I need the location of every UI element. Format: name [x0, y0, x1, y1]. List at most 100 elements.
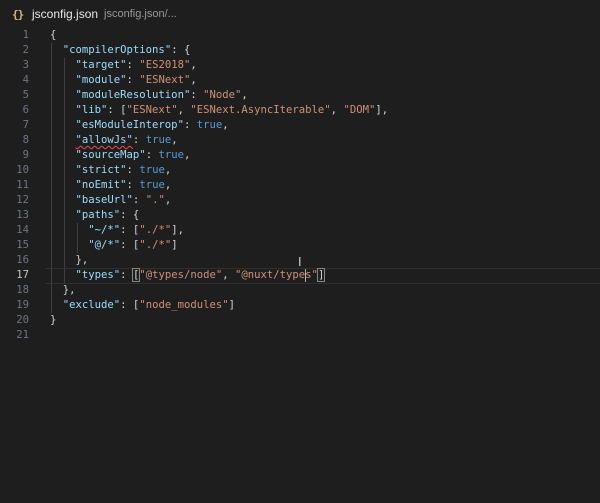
json-boolean: true — [139, 179, 165, 191]
json-punctuation: ] — [171, 239, 178, 251]
json-punctuation: : [ — [107, 104, 127, 116]
line-number: 16 — [16, 254, 29, 266]
json-key: "allowJs" — [75, 134, 133, 146]
line-number: 13 — [16, 209, 29, 221]
code-line[interactable]: 10 "strict": true, — [0, 163, 600, 178]
json-key: "compilerOptions" — [62, 44, 172, 56]
json-boolean: true — [145, 134, 172, 146]
json-punctuation: , — [183, 149, 191, 161]
json-string: "ESNext.AsyncIterable" — [190, 104, 331, 116]
line-number: 2 — [22, 44, 29, 56]
json-key: "noEmit" — [75, 179, 127, 191]
json-punctuation — [50, 119, 76, 131]
json-punctuation: : { — [171, 44, 191, 56]
line-code: "moduleResolution": "Node", — [50, 88, 248, 103]
mouse-ibeam-icon: I — [298, 255, 302, 269]
json-punctuation — [50, 194, 76, 206]
code-line[interactable]: 12 "baseUrl": ".", — [0, 193, 600, 208]
json-punctuation — [50, 74, 76, 86]
code-line[interactable]: 11 "noEmit": true, — [0, 178, 600, 193]
json-string: "ESNext" — [139, 74, 191, 86]
code-line[interactable]: 1{ — [0, 28, 600, 43]
json-string: "./*" — [139, 239, 172, 251]
line-code: }, — [50, 253, 89, 268]
json-punctuation: , — [164, 164, 172, 176]
code-line[interactable]: 8 "allowJs": true, — [0, 133, 600, 148]
code-line[interactable]: 19 "exclude": ["node_modules"] — [0, 298, 600, 313]
json-boolean: true — [139, 164, 165, 176]
code-line[interactable]: 2 "compilerOptions": { — [0, 43, 600, 58]
json-key: "paths" — [75, 209, 121, 221]
line-number: 6 — [22, 104, 29, 116]
line-code: "noEmit": true, — [50, 178, 172, 193]
json-punctuation: ] — [316, 268, 326, 282]
json-punctuation: : [ — [120, 299, 140, 311]
line-code: }, — [50, 283, 76, 298]
json-key: "moduleResolution" — [75, 89, 191, 101]
json-key: "strict" — [75, 164, 127, 176]
code-line[interactable]: 20} — [0, 313, 600, 328]
code-line[interactable]: 17 "types": ["@types/node", "@nuxt/types… — [0, 268, 600, 284]
json-punctuation: , — [177, 104, 191, 116]
line-number: 20 — [16, 314, 29, 326]
json-punctuation — [50, 164, 76, 176]
line-code: } — [50, 313, 56, 328]
line-number: 11 — [16, 179, 29, 191]
line-number: 17 — [16, 269, 29, 281]
code-line[interactable]: 9 "sourceMap": true, — [0, 148, 600, 163]
code-line[interactable]: 4 "module": "ESNext", — [0, 73, 600, 88]
code-line[interactable]: 13 "paths": { — [0, 208, 600, 223]
json-punctuation: : [ — [120, 239, 140, 251]
json-punctuation: , — [190, 74, 197, 86]
line-number: 15 — [16, 239, 29, 251]
json-key: "target" — [75, 59, 127, 71]
json-punctuation: , — [190, 59, 197, 71]
line-number: 12 — [16, 194, 29, 206]
code-line[interactable]: 6 "lib": ["ESNext", "ESNext.AsyncIterabl… — [0, 103, 600, 118]
line-number: 4 — [22, 74, 29, 86]
json-punctuation: : — [190, 89, 204, 101]
json-punctuation — [50, 44, 63, 56]
line-number: 19 — [16, 299, 29, 311]
json-file-icon: {} — [12, 7, 24, 21]
line-code: "allowJs": true, — [50, 133, 178, 148]
json-punctuation: ], — [171, 224, 184, 236]
json-key: "baseUrl" — [75, 194, 133, 206]
json-string: "." — [145, 194, 165, 206]
json-punctuation: ], — [375, 104, 389, 116]
line-code: "baseUrl": ".", — [50, 193, 172, 208]
json-punctuation: , — [330, 104, 344, 116]
code-line[interactable]: 18 }, — [0, 283, 600, 298]
code-line[interactable]: 21 — [0, 328, 600, 343]
line-number: 9 — [22, 149, 29, 161]
code-line[interactable]: 3 "target": "ES2018", — [0, 58, 600, 73]
json-punctuation: : — [126, 74, 140, 86]
breadcrumb[interactable]: jsconfig.json/... — [104, 8, 177, 20]
json-key: "exclude" — [62, 299, 121, 311]
json-string: "@types/node" — [139, 269, 223, 281]
tab-title: jsconfig.json — [32, 7, 99, 21]
json-punctuation — [50, 59, 76, 71]
json-string: "ES2018" — [139, 59, 191, 71]
json-punctuation — [50, 209, 76, 221]
line-number: 14 — [16, 224, 29, 236]
line-code: "esModuleInterop": true, — [50, 118, 229, 133]
line-number: 7 — [22, 119, 29, 131]
json-key: "types" — [75, 269, 121, 281]
code-editor[interactable]: 1{2 "compilerOptions": {3 "target": "ES2… — [0, 28, 600, 503]
json-punctuation: : [ — [120, 224, 140, 236]
editor-tab[interactable]: {} jsconfig.json jsconfig.json/... — [0, 0, 600, 28]
json-punctuation — [50, 299, 63, 311]
json-punctuation: : — [126, 179, 140, 191]
json-punctuation: }, — [50, 284, 76, 296]
json-key: "lib" — [75, 104, 108, 116]
line-code: "paths": { — [50, 208, 140, 223]
code-line[interactable]: 15 "@/*": ["./*"] — [0, 238, 600, 253]
code-line[interactable]: 7 "esModuleInterop": true, — [0, 118, 600, 133]
code-line[interactable]: 14 "~/*": ["./*"], — [0, 223, 600, 238]
json-punctuation — [50, 149, 76, 161]
code-line[interactable]: 5 "moduleResolution": "Node", — [0, 88, 600, 103]
json-string: "Node" — [203, 89, 242, 101]
json-punctuation: : — [126, 164, 140, 176]
json-key: "~/*" — [88, 224, 121, 236]
